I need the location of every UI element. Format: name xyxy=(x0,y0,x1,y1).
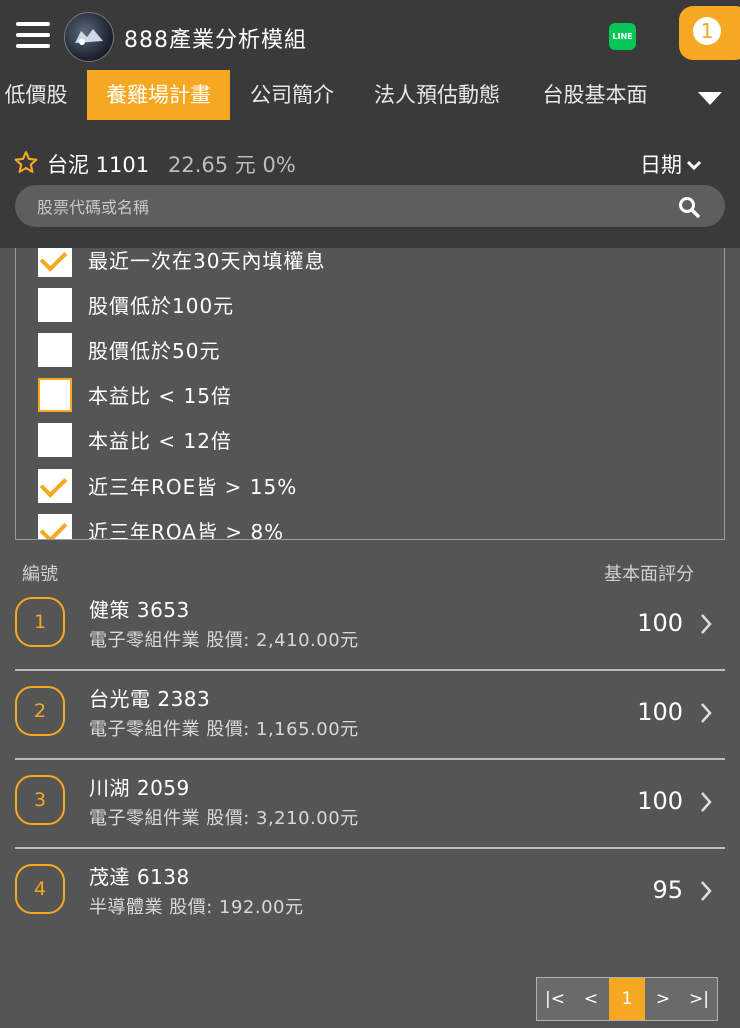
filter-label: 近三年ROE皆 > 15% xyxy=(88,475,298,499)
current-page-button[interactable]: 1 xyxy=(609,978,645,1020)
hamburger-menu-icon[interactable] xyxy=(16,22,50,48)
checkbox[interactable] xyxy=(38,333,72,367)
date-label: 日期 xyxy=(640,153,682,177)
rank-badge: 1 xyxy=(15,597,65,647)
filter-label: 最近一次在30天內填權息 xyxy=(88,249,326,273)
stock-row[interactable]: 2 台光電 2383 電子零組件業 股價: 1,165.00元 100 xyxy=(15,671,725,760)
notification-count: 1 xyxy=(693,17,721,45)
stock-name: 健策 3653 xyxy=(89,598,190,622)
tab-institutional-forecast[interactable]: 法人預估動態 xyxy=(366,70,508,120)
checkbox-checked[interactable] xyxy=(38,514,72,539)
prev-page-button[interactable]: < xyxy=(573,978,609,1020)
stock-row[interactable]: 4 茂達 6138 半導體業 股價: 192.00元 95 xyxy=(15,849,725,938)
tab-chicken-farm-plan[interactable]: 養雞場計畫 xyxy=(87,70,230,120)
checkbox[interactable] xyxy=(38,288,72,322)
fundamental-score: 100 xyxy=(637,609,683,637)
stock-detail: 電子零組件業 股價: 1,165.00元 xyxy=(89,719,359,740)
stock-name: 台光電 2383 xyxy=(89,687,211,711)
app-title: 888產業分析模組 xyxy=(124,28,307,53)
rank-badge: 2 xyxy=(15,686,65,736)
chevron-right-icon xyxy=(701,881,712,901)
first-page-button[interactable]: |< xyxy=(537,978,573,1020)
stock-name-code: 台泥 1101 xyxy=(47,153,150,177)
fundamental-score: 100 xyxy=(637,787,683,815)
tabs-more-button[interactable] xyxy=(686,70,740,122)
chevron-right-icon xyxy=(701,614,712,634)
filter-label: 近三年ROA皆 > 8% xyxy=(88,520,285,540)
stock-info-panel: 台泥 1101 22.65 元 0% 日期 xyxy=(0,122,740,248)
fundamental-score: 95 xyxy=(652,876,683,904)
stock-name: 茂達 6138 xyxy=(89,865,190,889)
filter-label: 股價低於50元 xyxy=(88,339,221,363)
stock-detail: 電子零組件業 股價: 3,210.00元 xyxy=(89,808,359,829)
stock-price-change: 22.65 元 0% xyxy=(168,153,296,177)
last-page-button[interactable]: >| xyxy=(681,978,717,1020)
fundamental-score: 100 xyxy=(637,698,683,726)
next-page-button[interactable]: > xyxy=(645,978,681,1020)
rank-badge: 3 xyxy=(15,775,65,825)
filter-label: 本益比 < 15倍 xyxy=(88,384,232,408)
stock-detail: 電子零組件業 股價: 2,410.00元 xyxy=(89,630,359,651)
notification-badge[interactable]: 1 xyxy=(679,6,740,60)
stock-name: 川湖 2059 xyxy=(89,776,190,800)
tab-fundamentals[interactable]: 台股基本面 xyxy=(536,70,654,120)
app-header: 888產業分析模組 LINE 1 xyxy=(0,0,740,70)
chevron-down-icon xyxy=(686,160,702,171)
tab-company-profile[interactable]: 公司簡介 xyxy=(244,70,340,120)
date-selector[interactable]: 日期 xyxy=(640,149,702,179)
stock-row[interactable]: 1 健策 3653 電子零組件業 股價: 2,410.00元 100 xyxy=(15,582,725,671)
checkbox-checked[interactable] xyxy=(38,248,72,277)
search-input[interactable] xyxy=(35,185,639,229)
checkbox[interactable] xyxy=(38,423,72,457)
checkbox[interactable] xyxy=(38,378,72,412)
chevron-right-icon xyxy=(701,703,712,723)
checkbox-checked[interactable] xyxy=(38,469,72,503)
filter-label: 本益比 < 12倍 xyxy=(88,429,232,453)
chevron-right-icon xyxy=(701,792,712,812)
star-icon[interactable] xyxy=(13,150,39,175)
stock-row[interactable]: 3 川湖 2059 電子零組件業 股價: 3,210.00元 100 xyxy=(15,760,725,849)
filter-label: 股價低於100元 xyxy=(88,294,235,318)
search-bar xyxy=(15,185,725,229)
triangle-down-icon xyxy=(698,92,722,105)
tab-low-price[interactable]: 低價股 xyxy=(0,70,72,120)
app-logo[interactable] xyxy=(64,12,114,62)
filter-checklist[interactable]: 最近一次在30天內填權息 股價低於100元 股價低於50元 本益比 < 15倍 … xyxy=(15,248,725,540)
line-icon[interactable]: LINE xyxy=(609,23,636,50)
tab-bar: 低價股 養雞場計畫 公司簡介 法人預估動態 台股基本面 xyxy=(0,70,740,122)
pagination: |< < 1 > >| xyxy=(536,977,718,1021)
rank-badge: 4 xyxy=(15,864,65,914)
stock-detail: 半導體業 股價: 192.00元 xyxy=(89,897,304,918)
search-icon[interactable] xyxy=(678,196,700,218)
